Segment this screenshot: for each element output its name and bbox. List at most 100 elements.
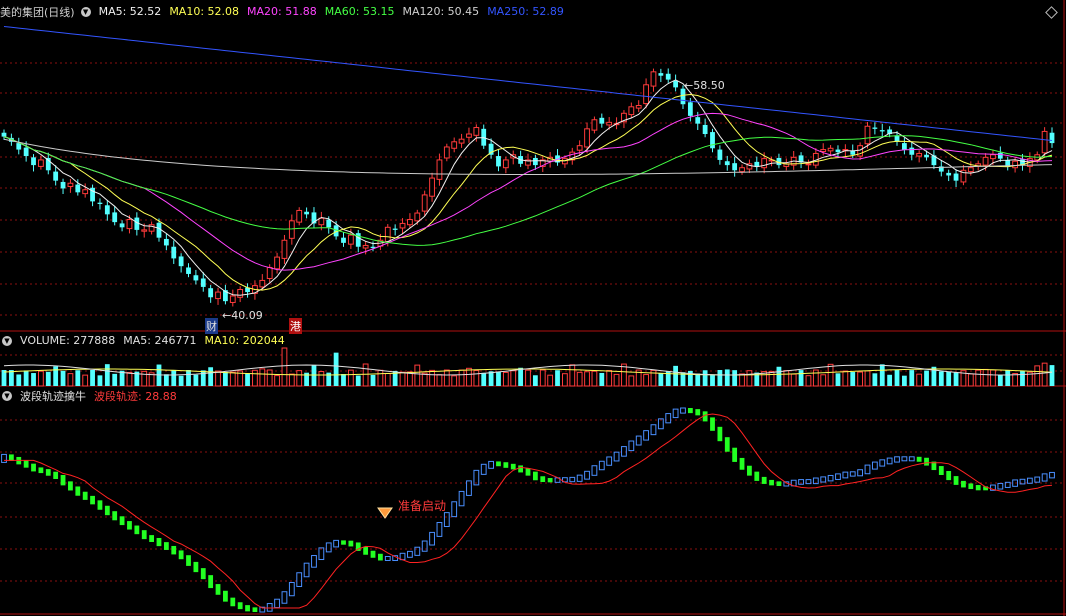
wave-bar (171, 545, 177, 555)
wave-bar (946, 470, 952, 481)
candle-body (281, 239, 288, 259)
candle-body (710, 132, 715, 149)
volume-bar (798, 370, 804, 386)
volume-bar (842, 370, 849, 387)
wave-bar (938, 466, 944, 475)
wave-bar (200, 568, 206, 580)
volume-bar (82, 374, 89, 387)
wave-bar (754, 471, 760, 481)
wave-bar (518, 465, 524, 473)
candle-body (296, 209, 303, 223)
candle-body (31, 157, 36, 166)
volume-bar (591, 370, 598, 387)
wave-bar (53, 471, 59, 479)
volume-bar (768, 370, 775, 387)
finance-event-marker[interactable]: 财 (205, 318, 218, 334)
wave-bar (274, 598, 280, 609)
volume-bar (496, 371, 501, 386)
candle-body (436, 159, 443, 180)
candle-body (835, 149, 841, 153)
volume-bar (458, 369, 465, 387)
volume-bar (274, 375, 280, 387)
wave-bar (303, 562, 310, 578)
candle-body (384, 226, 391, 243)
volume-bar (518, 367, 524, 386)
candle-body (82, 189, 89, 195)
volume-bar (112, 373, 118, 386)
candle-body (141, 229, 148, 232)
wave-bar (510, 463, 516, 470)
wave-bar (458, 490, 465, 507)
candle-body (119, 223, 125, 228)
candle-body (178, 256, 184, 267)
indicator-toggle-icon[interactable]: ▼ (80, 6, 91, 17)
candle-body (318, 217, 325, 226)
signal-label: 准备启动 (398, 499, 447, 513)
candle-body (827, 147, 834, 152)
volume-bar (946, 371, 952, 386)
volume-label: VOLUME: 277888 (20, 334, 116, 347)
wave-bar (363, 546, 369, 555)
candle-body (650, 71, 657, 87)
wave-bar (266, 603, 273, 612)
volume-toggle-icon[interactable]: ▼ (2, 335, 12, 346)
wave-toggle-icon[interactable]: ▼ (2, 390, 12, 401)
wave-bar (134, 525, 140, 535)
volume-bar (532, 375, 538, 386)
candle-body (687, 102, 693, 116)
wave-bar (717, 426, 723, 442)
candle-body (288, 220, 295, 239)
candle-body (23, 147, 29, 157)
volume-bar (732, 370, 738, 386)
volume-bar (576, 371, 583, 387)
wave-bar (178, 550, 184, 560)
volume-bar (414, 364, 421, 387)
wave-bar (370, 550, 376, 558)
wave-bar (318, 547, 325, 561)
volume-bar (820, 374, 827, 387)
volume-bar (790, 373, 797, 387)
volume-bar (97, 375, 103, 386)
wave-bar (739, 457, 745, 470)
candle-body (156, 222, 162, 238)
wave-bar (1034, 476, 1041, 483)
volume-bar (399, 371, 406, 387)
wave-bar (761, 476, 767, 484)
ma5-label: MA5: 52.52 (98, 5, 162, 18)
volume-bar (281, 347, 288, 387)
hk-event-marker[interactable]: 港 (289, 318, 302, 334)
wave-title: 波段轨迹擒牛 (20, 389, 86, 403)
wave-bar (208, 575, 214, 589)
chart-canvas[interactable] (0, 0, 1066, 616)
candle-body (163, 238, 169, 246)
wave-bar (90, 495, 95, 505)
wave-bar (598, 460, 605, 471)
volume-bar (909, 370, 915, 386)
wave-bar (769, 479, 774, 486)
candle-body (97, 202, 103, 204)
volume-bar (318, 371, 325, 387)
candle-body (879, 130, 885, 132)
volume-bar (141, 370, 148, 387)
volume-bar (569, 364, 576, 387)
wave-bar (732, 447, 738, 462)
volume-bar (953, 372, 959, 386)
volume-bar (805, 375, 812, 387)
volume-panel-header: ▼ VOLUME: 277888 MA5: 246771 MA10: 20204… (0, 333, 293, 348)
stock-title: 美的集团(日线) (0, 5, 75, 19)
wave-bar (414, 546, 421, 556)
wave-bar (407, 550, 413, 558)
candle-body (901, 143, 907, 150)
candle-body (724, 161, 730, 166)
volume-bar (827, 363, 834, 387)
wave-bar (635, 435, 642, 446)
volume-bar (481, 372, 487, 386)
volume-bar (90, 370, 95, 386)
candle-body (967, 167, 974, 173)
wave-bar (894, 456, 900, 463)
candle-body (606, 121, 613, 126)
volume-bar (643, 374, 649, 387)
candle-body (104, 205, 110, 215)
volume-bar (23, 370, 29, 386)
wave-bar (643, 430, 649, 441)
